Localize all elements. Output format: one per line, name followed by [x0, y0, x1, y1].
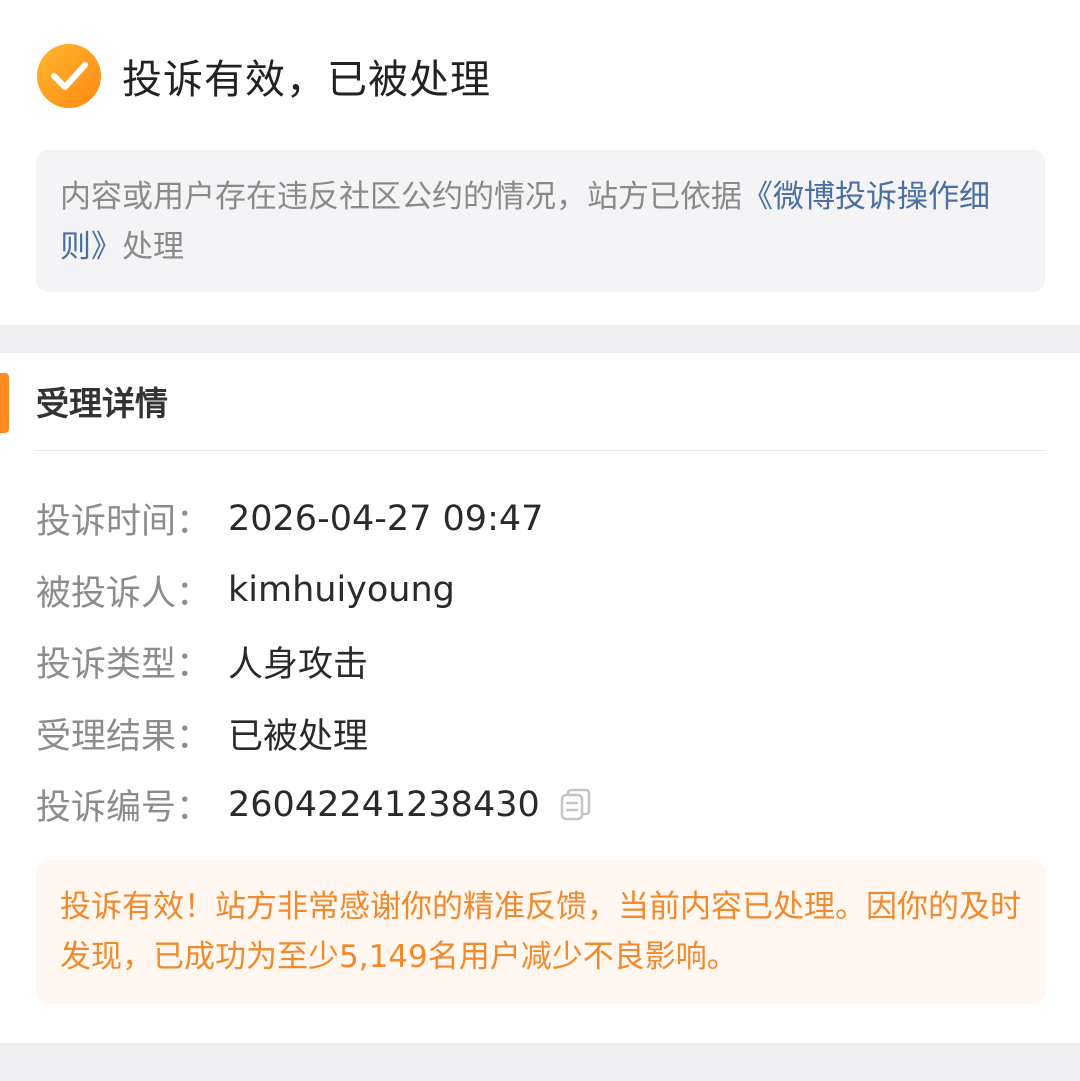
detail-value: 人身攻击 — [228, 645, 369, 686]
divider — [34, 450, 1046, 451]
detail-value: 已被处理 — [228, 716, 369, 757]
detail-value: 2026-04-27 09:47 — [228, 498, 544, 539]
detail-label: 被投诉人： — [36, 573, 212, 614]
copy-icon[interactable] — [558, 787, 594, 823]
detail-row-id: 投诉编号： 26042241238430 — [36, 769, 594, 841]
detail-rows: 投诉时间： 2026-04-27 09:47 被投诉人： kimhuiyoung… — [36, 483, 594, 841]
check-circle-icon — [37, 44, 101, 108]
detail-row-type: 投诉类型： 人身攻击 — [36, 626, 594, 698]
complaint-id: 26042241238430 — [228, 784, 540, 825]
notice-text: 内容或用户存在违反社区公约的情况，站方已依据 — [60, 179, 742, 215]
detail-row-reported-user: 被投诉人： kimhuiyoung — [36, 555, 594, 627]
bottom-separator — [0, 1043, 1080, 1081]
detail-label: 投诉编号： — [36, 788, 212, 829]
section-title: 受理详情 — [36, 384, 168, 423]
notice-box: 内容或用户存在违反社区公约的情况，站方已依据《微博投诉操作细则》处理 — [36, 150, 1045, 292]
section-separator — [0, 325, 1080, 353]
detail-label: 投诉类型： — [36, 645, 212, 686]
section-accent-bar — [0, 373, 9, 433]
details-card: 受理详情 投诉时间： 2026-04-27 09:47 被投诉人： kimhui… — [0, 353, 1080, 1043]
thanks-text: 投诉有效！站方非常感谢你的精准反馈，当前内容已处理。因你的及时发现，已成功为至少… — [60, 889, 1021, 975]
detail-label: 投诉时间： — [36, 502, 212, 543]
notice-text-suffix: 处理 — [122, 229, 184, 265]
detail-row-result: 受理结果： 已被处理 — [36, 698, 594, 770]
detail-row-time: 投诉时间： 2026-04-27 09:47 — [36, 483, 594, 555]
status-header: 投诉有效，已被处理 — [36, 40, 491, 112]
status-title: 投诉有效，已被处理 — [122, 57, 491, 103]
detail-value: kimhuiyoung — [228, 570, 455, 611]
detail-label: 受理结果： — [36, 716, 212, 757]
thanks-box: 投诉有效！站方非常感谢你的精准反馈，当前内容已处理。因你的及时发现，已成功为至少… — [36, 860, 1045, 1004]
status-card: 投诉有效，已被处理 内容或用户存在违反社区公约的情况，站方已依据《微博投诉操作细… — [0, 0, 1080, 325]
